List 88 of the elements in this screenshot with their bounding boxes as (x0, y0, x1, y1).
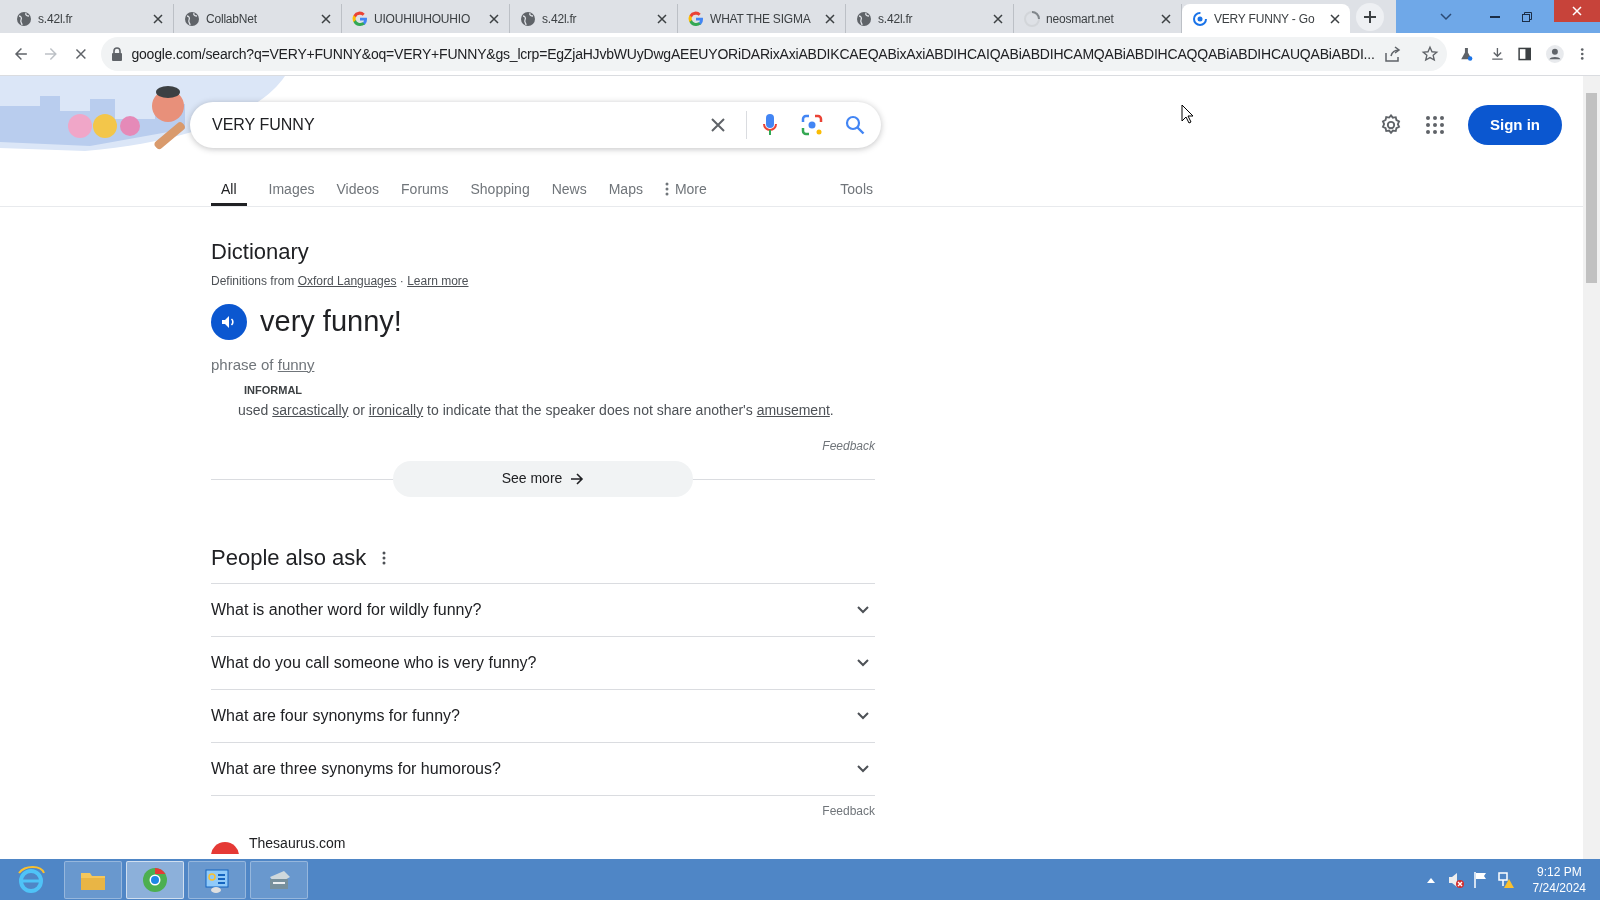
word-type: phrase of funny (211, 354, 315, 375)
nav-tab[interactable]: All (211, 175, 247, 206)
taskbar-button[interactable] (126, 860, 184, 899)
tab-title: s.42l.fr (38, 10, 74, 28)
question-row[interactable]: What do you call someone who is very funny? (211, 636, 875, 690)
tab-title: CollabNet (206, 10, 258, 28)
lock-icon (111, 47, 124, 61)
section-heading: Dictionary (211, 238, 310, 266)
nav-tab[interactable]: Maps (608, 175, 643, 206)
spinner-icon (1192, 10, 1208, 27)
close-icon[interactable] (153, 13, 163, 24)
nav-tab[interactable]: News (551, 175, 587, 206)
search-icon[interactable] (845, 115, 865, 135)
close-icon (1572, 6, 1582, 16)
loading-icon (1024, 10, 1040, 27)
search-text: VERY FUNNY (212, 115, 316, 135)
menu-icon[interactable] (1579, 45, 1584, 63)
tab-title: VERY FUNNY - Go (1214, 10, 1316, 28)
definition-text: used sarcastically or ironically to indicate that the speaker does not share another's amusement. (238, 400, 834, 420)
scrollbar-thumb[interactable] (1586, 93, 1597, 283)
muted-speaker-icon[interactable] (1446, 870, 1465, 889)
browser-icon (16, 864, 46, 895)
tools-link[interactable]: Tools (840, 175, 873, 206)
pronounce-button[interactable] (211, 303, 247, 340)
nav-tab[interactable]: Images (268, 175, 315, 206)
feedback-link[interactable]: Feedback (822, 436, 875, 455)
nav-tab[interactable]: Shopping (470, 175, 530, 206)
close-icon[interactable] (1330, 13, 1340, 24)
network-warning-icon[interactable] (1496, 870, 1515, 889)
camera-search-icon[interactable] (801, 114, 823, 136)
minimize-icon[interactable] (1490, 15, 1500, 18)
nav-tab[interactable]: More (664, 175, 707, 206)
close-icon[interactable] (489, 13, 499, 24)
google-g-icon (688, 10, 704, 27)
link[interactable]: Oxford Languages (297, 274, 397, 288)
microphone-icon[interactable] (763, 114, 777, 136)
question-row[interactable]: What are three synonyms for humorous? (211, 742, 875, 796)
tab-title: neosmart.net (1046, 10, 1115, 28)
section-heading: People also ask (211, 544, 367, 572)
close-icon[interactable] (825, 13, 835, 24)
arrow-icon (570, 471, 585, 486)
link[interactable]: Learn more (407, 274, 469, 288)
headword: very funny! (260, 304, 402, 339)
tab-search-icon[interactable] (1440, 12, 1452, 21)
close-icon[interactable] (1161, 13, 1171, 24)
show-hidden-icons-icon[interactable] (1426, 876, 1435, 883)
flag-icon[interactable] (1472, 870, 1489, 889)
taskbar-button[interactable] (188, 860, 246, 899)
nav-tab[interactable]: Videos (336, 175, 380, 206)
tab-title: WHAT THE SIGMA (710, 10, 812, 28)
close-icon[interactable] (993, 13, 1003, 24)
link[interactable]: sarcastically (272, 401, 349, 418)
clear-icon[interactable] (710, 117, 726, 133)
tab-title: s.42l.fr (542, 10, 578, 28)
restore-icon[interactable] (1522, 11, 1532, 22)
star-icon[interactable] (1420, 45, 1439, 63)
google-g-icon (352, 10, 368, 27)
browser-tab[interactable]: VERY FUNNY - Go (1182, 4, 1350, 33)
more-icon (664, 182, 669, 196)
tab-title: UIOUHIUHOUHIO (374, 10, 472, 28)
link[interactable]: ironically (368, 401, 424, 418)
profile-icon[interactable] (1545, 42, 1564, 66)
link[interactable]: amusement (756, 401, 830, 418)
tab-title: s.42l.fr (878, 10, 914, 28)
side-panel-icon[interactable] (1518, 45, 1532, 63)
nav-tab[interactable]: Forums (401, 175, 449, 206)
cursor-icon (1181, 104, 1195, 124)
clock[interactable]: 9:12 PM 7/24/2024 (1532, 863, 1586, 896)
site-name: Thesaurus.com (249, 833, 346, 852)
close-icon[interactable] (321, 13, 331, 24)
usage-label: INFORMAL (244, 383, 303, 398)
new-tab-icon[interactable] (1356, 2, 1384, 31)
source-line: Definitions from Oxford Languages · Learn more (211, 273, 469, 290)
share-icon[interactable] (1382, 45, 1401, 63)
link[interactable]: funny (277, 355, 315, 373)
address-bar[interactable]: google.com/search?q=VERY+FUNNY&oq=VERY+FUNNY&gs_lcrp=EgZjaHJvbWUyDwgAEEUYORiDARixAxiABDIKCAEQABixAxiABDIHCAIQABiABDIHCAMQABiABDIHCAQQABiABDIHCAUQABiABDI... (101, 37, 1447, 71)
feedback-link[interactable]: Feedback (822, 801, 875, 820)
question-row[interactable]: What are four synonyms for funny? (211, 689, 875, 743)
question-row[interactable]: What is another word for wildly funny? (211, 583, 875, 637)
see-more-button[interactable]: See more (393, 460, 693, 497)
apps-icon[interactable] (1426, 116, 1444, 134)
url-text: google.com/search?q=VERY+FUNNY&oq=VERY+FUNNY&gs_lcrp=EgZjaHJvbWUyDwgAEEUYORiDARixAxiABDIKCAEQABixAxiABDIHCAIQABiABDIHCAMQABiABDIHCAQQABiABDIHCAUQABiABDI... (131, 44, 1375, 64)
more-icon[interactable] (382, 550, 387, 565)
sign-in-button[interactable]: Sign in (1468, 105, 1562, 145)
settings-icon[interactable] (1380, 114, 1402, 136)
close-icon[interactable] (657, 13, 667, 24)
taskbar-button[interactable] (250, 860, 308, 899)
search-field[interactable]: VERY FUNNY (190, 102, 881, 148)
